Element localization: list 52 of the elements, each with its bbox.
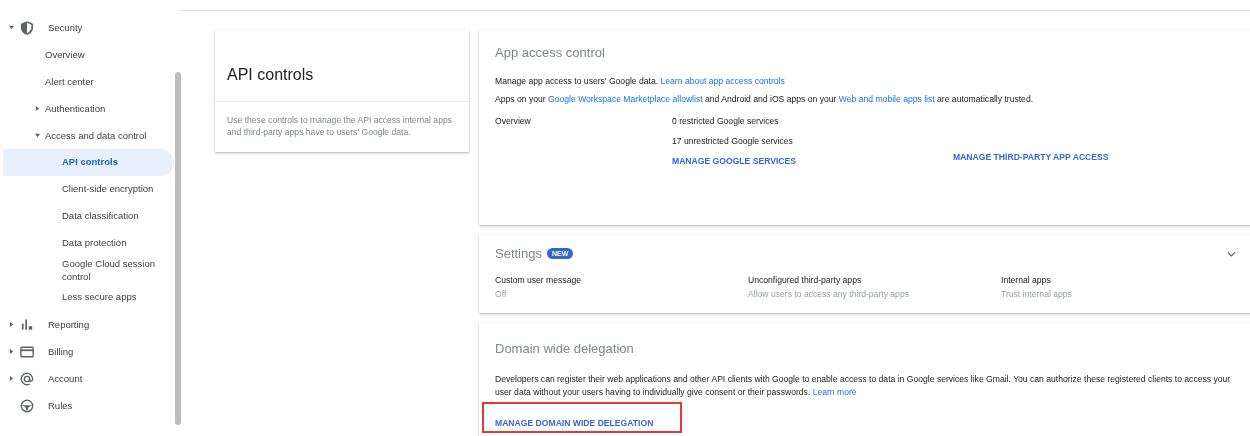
action-link[interactable]: MANAGE DOMAIN WIDE DELEGATION bbox=[495, 417, 654, 428]
caret-icon[interactable] bbox=[9, 322, 14, 327]
nav-item[interactable]: Account bbox=[48, 373, 83, 384]
action-link[interactable]: MANAGE GOOGLE SERVICES bbox=[672, 156, 796, 166]
text-link[interactable]: Learn about app access controls bbox=[660, 76, 785, 86]
card-title: Settings bbox=[495, 246, 542, 261]
nav-item[interactable]: Google Cloud session control bbox=[3, 257, 174, 284]
action-link[interactable]: MANAGE THIRD-PARTY APP ACCESS bbox=[953, 148, 1109, 166]
nav-item[interactable]: Billing bbox=[48, 346, 74, 357]
caret-icon[interactable] bbox=[35, 106, 40, 111]
nav-item[interactable]: Access and data control bbox=[45, 130, 147, 141]
nav-item[interactable]: Client-side encryption bbox=[3, 176, 174, 203]
setting-value: Trust internal apps bbox=[1001, 289, 1073, 299]
setting-label[interactable]: Internal apps bbox=[1001, 275, 1240, 285]
card-text: Manage app access to users' Google data. Learn about app access controls bbox=[495, 76, 786, 86]
nav-item[interactable]: Rules bbox=[48, 400, 73, 411]
credit-card-icon bbox=[20, 345, 34, 358]
text-link[interactable]: Web and mobile apps list bbox=[838, 94, 935, 104]
overview-label: Overview bbox=[495, 116, 532, 128]
nav-item[interactable]: Less secure apps bbox=[3, 284, 174, 311]
at-sign-icon bbox=[20, 371, 34, 386]
chevron-icon[interactable] bbox=[1227, 250, 1236, 257]
page-title: API controls bbox=[215, 30, 469, 102]
stat-text: 0 restricted Google services bbox=[672, 116, 780, 126]
steering-wheel-icon bbox=[20, 398, 34, 413]
card-text: Developers can register their web applications and other API clients with Google to enable access to data in Google services like Gmail. You can authorize these registered clients to access your user data without your users having to individually give consent or their passwords. Learn more bbox=[495, 373, 1232, 400]
setting-value: Allow users to access any third-party apps bbox=[748, 289, 910, 299]
nav-item[interactable]: Reporting bbox=[48, 319, 90, 330]
scrollbar[interactable] bbox=[175, 72, 181, 425]
setting-value: Off bbox=[495, 289, 508, 299]
page-description: Use these controls to manage the API access internal apps and third-party apps have to users' Google data. bbox=[226, 114, 453, 140]
nav-item[interactable]: Data protection bbox=[3, 230, 174, 257]
nav-item[interactable]: Data classification bbox=[3, 203, 174, 230]
caret-icon[interactable] bbox=[35, 133, 40, 138]
caret-icon[interactable] bbox=[9, 376, 14, 381]
caret-icon[interactable] bbox=[9, 349, 14, 354]
stat-text: 17 unrestricted Google services bbox=[672, 136, 794, 146]
shield-icon bbox=[21, 20, 33, 35]
nav-item[interactable]: Alert center bbox=[45, 76, 94, 87]
nav-item[interactable]: Authentication bbox=[45, 103, 106, 114]
setting-label[interactable]: Unconfigured third-party apps bbox=[748, 275, 1001, 285]
text-link[interactable]: Learn more bbox=[812, 387, 857, 398]
text-link[interactable]: Google Workspace Marketplace allowlist bbox=[548, 94, 703, 104]
nav-item[interactable]: API controls bbox=[3, 149, 174, 176]
setting-label[interactable]: Custom user message bbox=[495, 275, 748, 285]
card-title: Domain wide delegation bbox=[495, 341, 635, 356]
card-title: App access control bbox=[495, 45, 606, 60]
nav-item[interactable]: Overview bbox=[45, 49, 85, 60]
card-text: Apps on your Google Workspace Marketplace allowlist and Android and iOS apps on your Web and mobile apps list are automatically trusted. bbox=[495, 94, 1035, 104]
nav-item[interactable]: Security bbox=[48, 22, 83, 33]
caret-icon[interactable] bbox=[9, 25, 14, 30]
bar-chart-icon bbox=[21, 319, 33, 330]
